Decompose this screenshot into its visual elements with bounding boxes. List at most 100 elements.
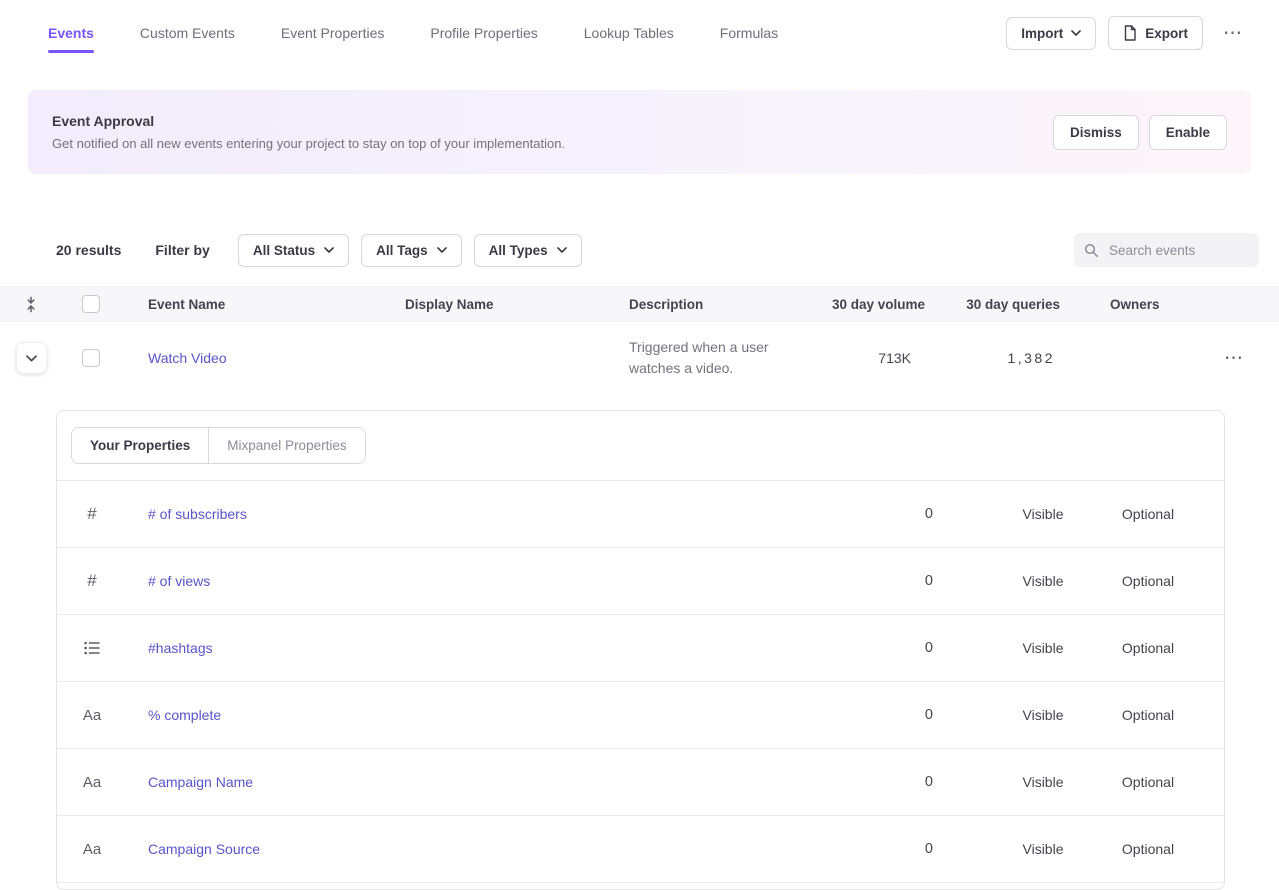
tab-formulas[interactable]: Formulas	[720, 0, 778, 66]
property-count: 0	[873, 841, 993, 857]
banner-text: Event Approval Get notified on all new e…	[52, 113, 565, 151]
property-link[interactable]: # of subscribers	[148, 506, 247, 522]
chevron-down-icon	[1071, 30, 1081, 36]
nav-actions: Import Export ⋯	[1006, 16, 1251, 50]
column-header-event-name[interactable]: Event Name	[106, 297, 379, 312]
text-type-icon: Aa	[83, 774, 101, 791]
tab-event-properties[interactable]: Event Properties	[281, 0, 385, 66]
chevron-down-icon	[557, 247, 567, 253]
property-requirement[interactable]: Optional	[1093, 841, 1203, 857]
property-link[interactable]: % complete	[148, 707, 221, 723]
property-visibility[interactable]: Visible	[993, 506, 1093, 522]
export-button[interactable]: Export	[1108, 16, 1203, 50]
column-header-owners[interactable]: Owners	[1060, 297, 1189, 312]
property-count: 0	[873, 707, 993, 723]
text-type-icon: Aa	[83, 707, 101, 724]
event-table-row: Watch Video Triggered when a user watche…	[0, 322, 1279, 394]
types-filter-dropdown[interactable]: All Types	[474, 234, 582, 267]
property-count: 0	[873, 774, 993, 790]
event-approval-banner: Event Approval Get notified on all new e…	[28, 90, 1251, 174]
number-type-icon: #	[87, 571, 96, 591]
select-all-checkbox[interactable]	[82, 295, 100, 313]
property-requirement[interactable]: Optional	[1093, 707, 1203, 723]
import-button[interactable]: Import	[1006, 17, 1096, 50]
nav-tabs: Events Custom Events Event Properties Pr…	[28, 0, 778, 66]
filter-by-label: Filter by	[155, 242, 209, 258]
property-visibility[interactable]: Visible	[993, 841, 1093, 857]
chevron-down-icon	[324, 247, 334, 253]
row-checkbox[interactable]	[82, 349, 100, 367]
tab-events[interactable]: Events	[48, 0, 94, 66]
property-visibility[interactable]: Visible	[993, 640, 1093, 656]
property-requirement[interactable]: Optional	[1093, 640, 1203, 656]
property-row: #hashtags 0 Visible Optional	[57, 615, 1224, 682]
status-filter-dropdown[interactable]: All Status	[238, 234, 349, 267]
tab-your-properties[interactable]: Your Properties	[72, 428, 209, 463]
ellipsis-icon: ⋯	[1223, 23, 1243, 44]
property-requirement[interactable]: Optional	[1093, 573, 1203, 589]
search-input[interactable]	[1107, 242, 1249, 259]
tags-filter-dropdown[interactable]: All Tags	[361, 234, 462, 267]
status-filter-label: All Status	[253, 243, 315, 258]
property-visibility[interactable]: Visible	[993, 774, 1093, 790]
property-link[interactable]: Campaign Name	[148, 774, 253, 790]
property-link[interactable]: #hashtags	[148, 640, 213, 656]
list-type-icon	[84, 641, 100, 655]
dismiss-button[interactable]: Dismiss	[1053, 115, 1139, 150]
property-count: 0	[873, 506, 993, 522]
export-button-label: Export	[1145, 26, 1188, 41]
number-type-icon: #	[87, 504, 96, 524]
property-count: 0	[873, 573, 993, 589]
event-properties-panel: Your Properties Mixpanel Properties # # …	[56, 410, 1225, 890]
properties-tab-group: Your Properties Mixpanel Properties	[71, 427, 366, 464]
property-link[interactable]: Campaign Source	[148, 841, 260, 857]
collapse-rows-icon[interactable]	[25, 296, 37, 313]
banner-subtitle: Get notified on all new events entering …	[52, 136, 565, 151]
property-link[interactable]: # of views	[148, 573, 210, 589]
column-header-volume[interactable]: 30 day volume	[821, 297, 925, 312]
search-box	[1074, 233, 1259, 267]
property-row: Aa % complete 0 Visible Optional	[57, 682, 1224, 749]
text-type-icon: Aa	[83, 841, 101, 858]
tab-lookup-tables[interactable]: Lookup Tables	[584, 0, 674, 66]
ellipsis-icon: ⋯	[1224, 348, 1244, 369]
enable-button[interactable]: Enable	[1149, 115, 1227, 150]
tab-mixpanel-properties[interactable]: Mixpanel Properties	[209, 428, 364, 463]
results-count: 20 results	[56, 242, 121, 258]
search-icon	[1084, 243, 1099, 258]
event-description: Triggered when a user watches a video.	[629, 339, 769, 376]
panel-header: Your Properties Mixpanel Properties	[57, 411, 1224, 481]
export-file-icon	[1123, 25, 1137, 41]
property-visibility[interactable]: Visible	[993, 573, 1093, 589]
tab-custom-events[interactable]: Custom Events	[140, 0, 235, 66]
table-header: Event Name Display Name Description 30 d…	[0, 286, 1279, 322]
banner-title: Event Approval	[52, 113, 565, 129]
property-count: 0	[873, 640, 993, 656]
top-navigation: Events Custom Events Event Properties Pr…	[0, 0, 1279, 66]
event-volume: 713K	[821, 350, 925, 366]
event-queries: 1,382	[925, 350, 1060, 366]
import-button-label: Import	[1021, 26, 1063, 41]
more-options-button[interactable]: ⋯	[1215, 18, 1251, 49]
property-visibility[interactable]: Visible	[993, 707, 1093, 723]
tags-filter-label: All Tags	[376, 243, 428, 258]
row-actions-button[interactable]: ⋯	[1216, 343, 1252, 374]
column-header-display-name[interactable]: Display Name	[379, 297, 603, 312]
property-row: # # of views 0 Visible Optional	[57, 548, 1224, 615]
property-row: Aa Campaign Source 0 Visible Optional	[57, 816, 1224, 883]
chevron-down-icon	[437, 247, 447, 253]
banner-actions: Dismiss Enable	[1053, 115, 1227, 150]
column-header-queries[interactable]: 30 day queries	[925, 297, 1060, 312]
filter-dropdowns: All Status All Tags All Types	[238, 234, 582, 267]
types-filter-label: All Types	[489, 243, 548, 258]
property-row: Aa Campaign Name 0 Visible Optional	[57, 749, 1224, 816]
column-header-description[interactable]: Description	[603, 297, 821, 312]
event-name-link[interactable]: Watch Video	[148, 350, 227, 366]
filter-bar: 20 results Filter by All Status All Tags…	[56, 232, 1259, 268]
collapse-row-button[interactable]	[16, 342, 47, 374]
property-requirement[interactable]: Optional	[1093, 506, 1203, 522]
property-requirement[interactable]: Optional	[1093, 774, 1203, 790]
property-row: # # of subscribers 0 Visible Optional	[57, 481, 1224, 548]
tab-profile-properties[interactable]: Profile Properties	[430, 0, 537, 66]
chevron-down-icon	[26, 355, 37, 362]
